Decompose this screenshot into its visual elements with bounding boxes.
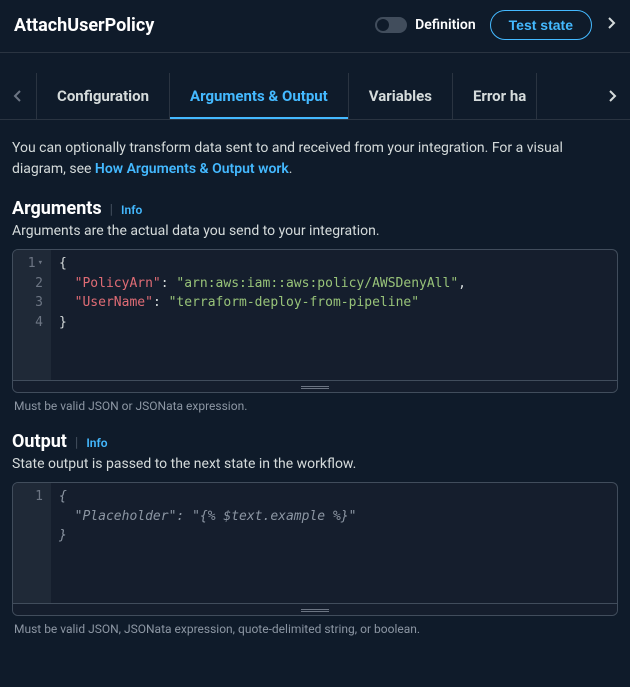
arguments-info-link[interactable]: Info [121,203,142,217]
tab-variables[interactable]: Variables [349,73,453,119]
arguments-title: Arguments [12,198,102,219]
tab-arguments-output[interactable]: Arguments & Output [170,73,349,119]
tab-scroll-left[interactable] [0,74,36,118]
arguments-code[interactable]: { "PolicyArn": "arn:aws:iam::aws:policy/… [51,250,617,380]
output-editor[interactable]: 1 { "Placeholder": "{% $text.example %}"… [12,482,618,616]
intro-link[interactable]: How Arguments & Output work [95,161,289,177]
output-code[interactable]: { "Placeholder": "{% $text.example %}" } [51,483,617,603]
tab-error-handling[interactable]: Error ha [453,73,537,119]
arguments-hint: Must be valid JSON or JSONata expression… [14,399,618,413]
output-gutter: 1 [13,483,51,603]
definition-toggle-wrap: Definition [375,17,476,33]
intro-text: You can optionally transform data sent t… [12,138,618,180]
tab-configuration[interactable]: Configuration [36,73,170,119]
output-title: Output [12,431,67,452]
output-info-link[interactable]: Info [86,436,107,450]
panel-body: You can optionally transform data sent t… [0,120,630,636]
divider: | [75,435,78,451]
intro-post: . [289,161,293,177]
collapse-panel-button[interactable] [606,15,616,35]
page-title: AttachUserPolicy [14,15,375,36]
arguments-resize-handle[interactable] [13,380,617,392]
definition-toggle[interactable] [375,17,407,33]
tab-bar: Configuration Arguments & Output Variabl… [0,73,630,120]
divider: | [110,202,113,218]
test-state-button[interactable]: Test state [490,10,592,40]
output-resize-handle[interactable] [13,603,617,615]
fold-icon: ▾ [38,258,43,268]
arguments-header: Arguments | Info [12,198,618,219]
output-desc: State output is passed to the next state… [12,456,618,472]
tab-scroll-right[interactable] [594,74,630,118]
output-header: Output | Info [12,431,618,452]
tabs: Configuration Arguments & Output Variabl… [36,73,594,119]
definition-toggle-label: Definition [415,17,476,33]
arguments-editor[interactable]: 1▾ 2 3 4 { "PolicyArn": "arn:aws:iam::aw… [12,249,618,393]
arguments-desc: Arguments are the actual data you send t… [12,223,618,239]
header: AttachUserPolicy Definition Test state [0,0,630,53]
arguments-gutter: 1▾ 2 3 4 [13,250,51,380]
output-hint: Must be valid JSON, JSONata expression, … [14,622,618,636]
